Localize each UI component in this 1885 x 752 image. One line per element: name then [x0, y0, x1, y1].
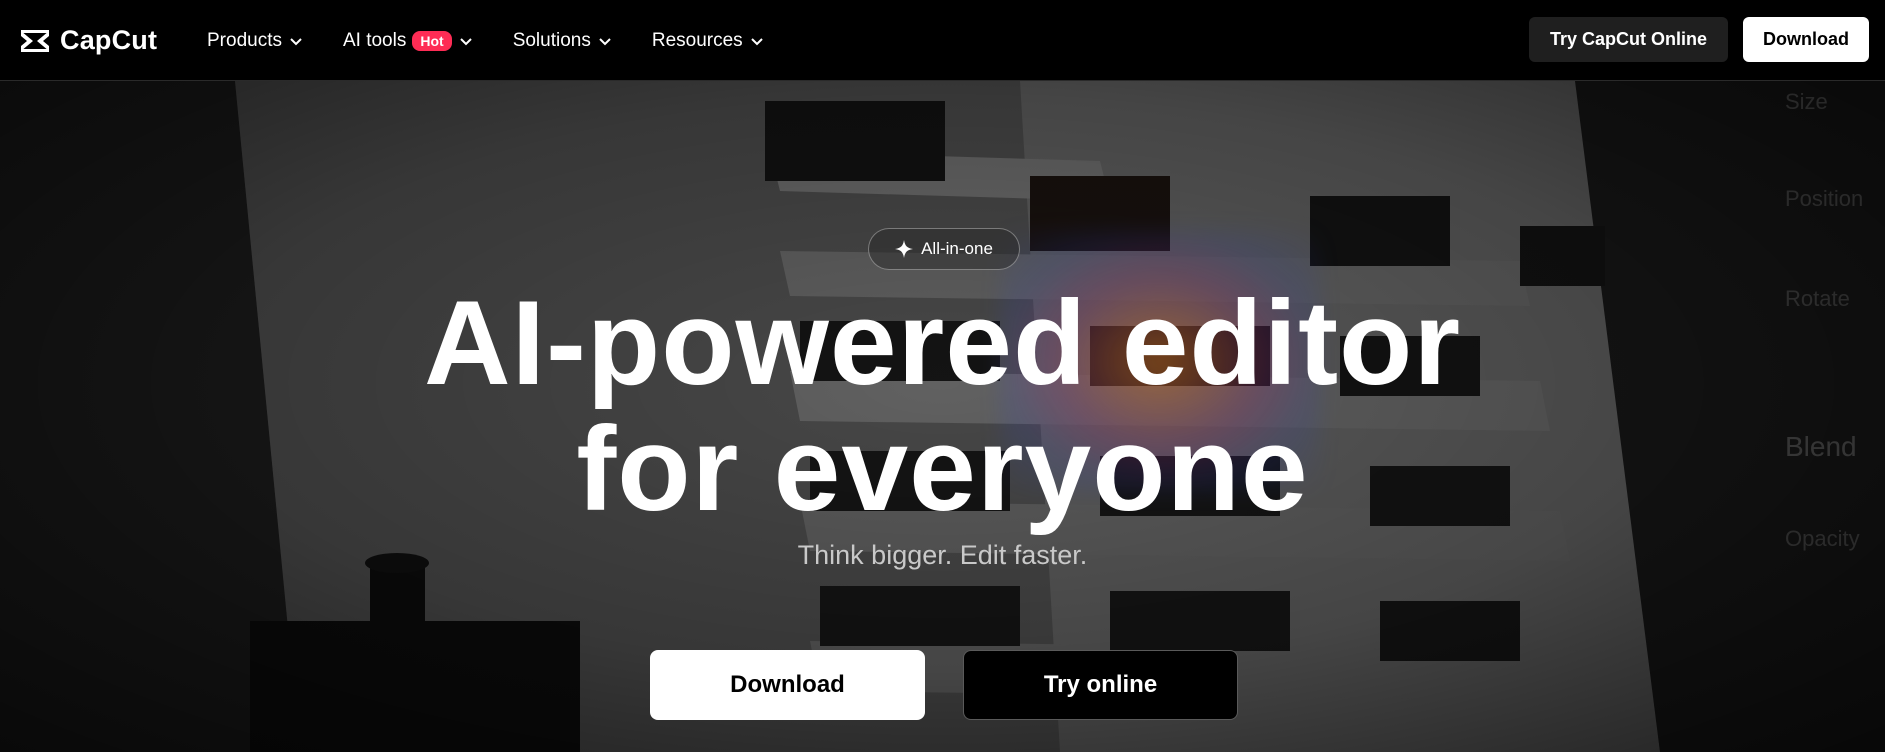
- headline-line-1: AI-powered editor: [423, 276, 1462, 410]
- capcut-logo-icon: [21, 29, 49, 52]
- main-menu: Products AI tools Hot Solutions Resource…: [207, 0, 804, 81]
- menu-item-label: Resources: [651, 29, 743, 51]
- chevron-down-icon: [750, 37, 763, 45]
- menu-item-label: Solutions: [512, 29, 591, 51]
- menu-item-products[interactable]: Products: [207, 30, 303, 52]
- sparkle-icon: [895, 240, 914, 258]
- hero-download-button[interactable]: Download: [650, 650, 925, 720]
- headline-line-2: for everyone: [576, 402, 1309, 536]
- ghost-label: Position: [1785, 186, 1864, 211]
- hero-try-online-button[interactable]: Try online: [963, 650, 1238, 720]
- hero-headline: AI-powered editor for everyone: [0, 280, 1885, 532]
- nav-actions: Try CapCut Online Download: [1528, 17, 1869, 62]
- pill-label: All-in-one: [921, 239, 993, 258]
- menu-item-label: AI tools: [342, 29, 407, 51]
- all-in-one-pill: All-in-one: [868, 228, 1020, 270]
- top-navigation: CapCut Products AI tools Hot Solutions R…: [0, 0, 1885, 81]
- chevron-down-icon: [459, 37, 472, 45]
- menu-item-solutions[interactable]: Solutions: [513, 30, 612, 52]
- menu-item-label: Products: [207, 29, 282, 51]
- logo-text: CapCut: [60, 25, 158, 55]
- nav-download-button[interactable]: Download: [1743, 17, 1869, 62]
- chevron-down-icon: [599, 37, 611, 45]
- menu-item-resources[interactable]: Resources: [652, 30, 764, 52]
- menu-item-ai-tools[interactable]: AI tools Hot: [343, 30, 473, 52]
- capcut-logo[interactable]: CapCut: [18, 25, 157, 56]
- ghost-label: Size: [1785, 89, 1828, 114]
- hero-subtitle: Think bigger. Edit faster.: [797, 540, 1088, 570]
- try-capcut-online-button[interactable]: Try CapCut Online: [1528, 17, 1728, 62]
- chevron-down-icon: [290, 37, 302, 45]
- hot-badge: Hot: [412, 30, 452, 51]
